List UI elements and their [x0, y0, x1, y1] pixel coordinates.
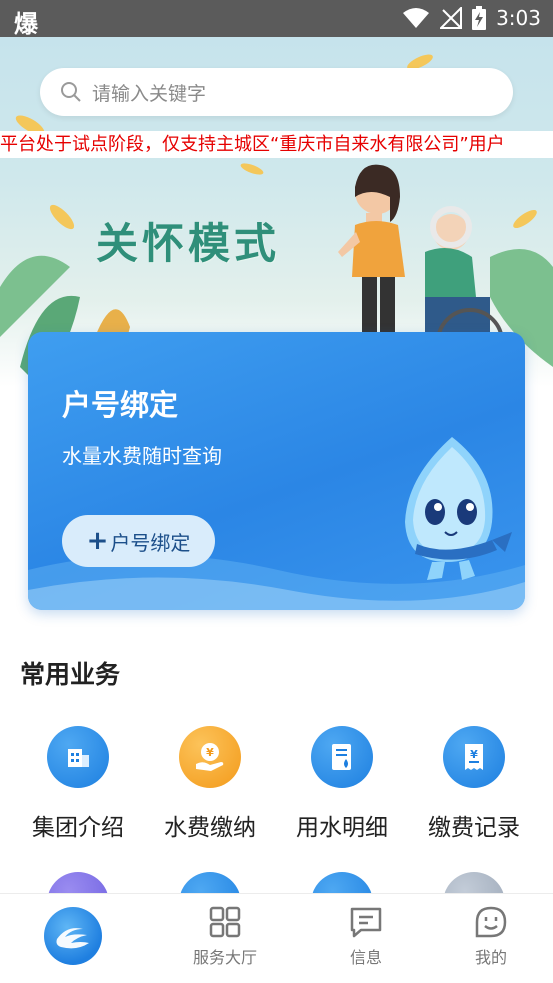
tab-service-hall[interactable]: 服务大厅: [180, 906, 270, 968]
status-bar: 爆 3:03: [0, 0, 553, 38]
service-label: 水费缴纳: [164, 815, 256, 841]
svg-text:¥: ¥: [470, 748, 478, 761]
service-usage-details[interactable]: 用水明细: [276, 726, 408, 842]
service-water-payment[interactable]: ¥ 水费缴纳: [144, 726, 276, 842]
status-time: 3:03: [496, 6, 541, 30]
care-mode-title: 关怀模式: [96, 219, 281, 268]
svg-text:¥: ¥: [206, 746, 214, 759]
service-label: 集团介绍: [32, 815, 124, 841]
tab-messages[interactable]: 信息: [321, 906, 411, 968]
common-services-grid: 集团介绍 ¥ 水费缴纳 用水明细 ¥ 缴费记录: [0, 726, 553, 842]
no-signal-icon: [440, 7, 463, 29]
tab-label: 信息: [349, 948, 382, 967]
home-tab[interactable]: [44, 907, 102, 965]
common-services-title: 常用业务: [20, 660, 121, 689]
battery-charging-icon: [472, 6, 487, 30]
notice-marquee: 平台处于试点阶段，仅支持主城区“重庆市自来水有限公司”用户: [0, 131, 553, 158]
tab-label: 我的: [474, 948, 507, 967]
account-bind-card: 户号绑定 水量水费随时查询 + 户号绑定: [28, 332, 525, 610]
service-payment-records[interactable]: ¥ 缴费记录: [408, 726, 540, 842]
water-document-icon: [311, 726, 373, 788]
wifi-icon: [403, 8, 430, 28]
service-label: 用水明细: [296, 815, 388, 841]
bottom-navigation: 服务大厅 信息 我的: [0, 893, 553, 983]
service-label: 缴费记录: [428, 815, 520, 841]
tab-profile[interactable]: 我的: [446, 906, 536, 968]
bind-card-subtitle: 水量水费随时查询: [62, 444, 222, 468]
app-notification-icon: 爆: [14, 10, 38, 38]
bind-account-button[interactable]: + 户号绑定: [62, 515, 215, 567]
search-input[interactable]: 请输入关键字: [40, 68, 513, 116]
building-icon: [47, 726, 109, 788]
message-icon: [350, 907, 382, 938]
home-logo-icon: [56, 928, 89, 949]
search-placeholder: 请输入关键字: [92, 82, 207, 105]
search-icon: [61, 82, 81, 102]
yuan-hand-icon: ¥: [179, 726, 241, 788]
notice-text: 平台处于试点阶段，仅支持主城区“重庆市自来水有限公司”用户: [0, 134, 505, 155]
profile-icon: [475, 906, 507, 938]
yuan-receipt-icon: ¥: [443, 726, 505, 788]
plus-icon: +: [86, 526, 109, 556]
tab-label: 服务大厅: [192, 948, 257, 967]
status-icons: 3:03: [402, 6, 541, 30]
service-group-intro[interactable]: 集团介绍: [12, 726, 144, 842]
water-drop-mascot: [405, 437, 512, 580]
bind-card-title: 户号绑定: [62, 388, 179, 422]
grid-icon: [209, 906, 241, 938]
bind-account-button-label: 户号绑定: [110, 530, 191, 555]
